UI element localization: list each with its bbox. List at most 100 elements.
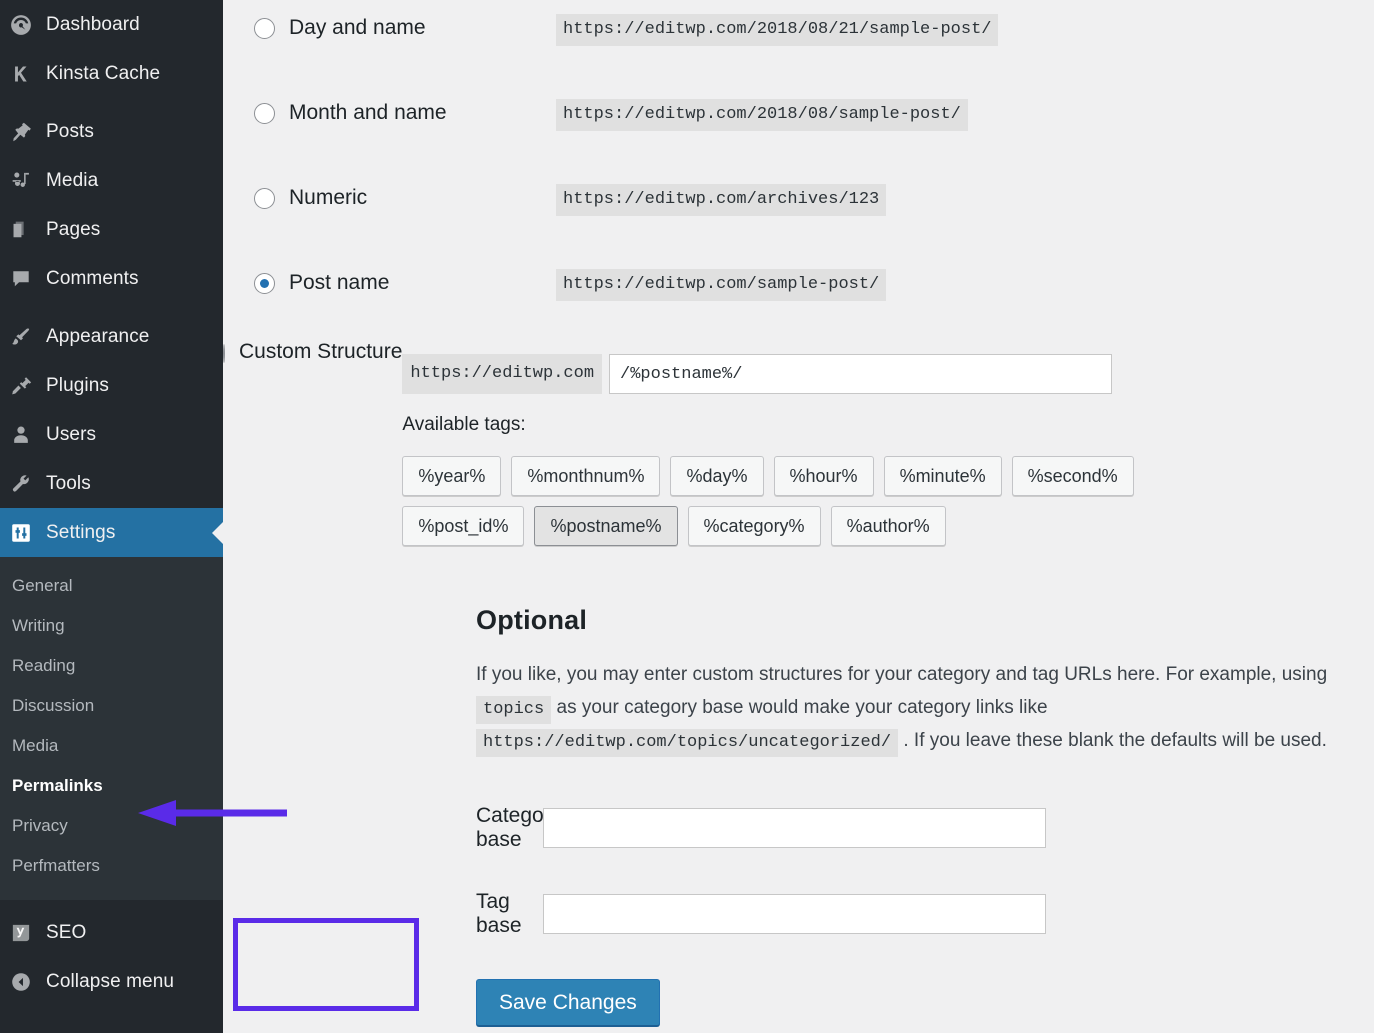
sidebar-item-seo[interactable]: SEO: [0, 908, 223, 957]
permalink-option-custom-structure[interactable]: Custom Structure: [223, 340, 402, 364]
sidebar-item-dashboard[interactable]: Dashboard: [0, 0, 223, 49]
sidebar-item-label: Pages: [46, 220, 100, 239]
permalink-option-label: Month and name: [289, 101, 447, 125]
permalink-example-cell: https://editwp.com/2018/08/sample-post/: [556, 85, 968, 131]
permalink-option-label: Numeric: [289, 186, 367, 210]
optional-desc-part3: . If you leave these blank the defaults …: [898, 730, 1327, 751]
permalink-example-cell: https://editwp.com/archives/123: [556, 170, 886, 216]
tag-button-minute[interactable]: %minute%: [884, 456, 1002, 496]
radio-numeric[interactable]: [254, 188, 275, 209]
radio-month-and-name[interactable]: [254, 103, 275, 124]
plug-icon: [10, 375, 46, 397]
sidebar-item-users[interactable]: Users: [0, 410, 223, 459]
custom-structure-input-row: https://editwp.com: [402, 354, 1133, 394]
sidebar-subitem-writing[interactable]: Writing: [0, 606, 223, 646]
radio-custom-structure[interactable]: [223, 344, 225, 363]
sidebar-item-label: Collapse menu: [46, 972, 174, 991]
sidebar-item-appearance[interactable]: Appearance: [0, 312, 223, 361]
permalink-option-row: Month and name https://editwp.com/2018/0…: [223, 85, 1374, 170]
sidebar-subitem-discussion[interactable]: Discussion: [0, 686, 223, 726]
sidebar-subitem-permalinks[interactable]: Permalinks: [0, 766, 223, 806]
optional-desc-code-topics: topics: [476, 696, 551, 724]
optional-heading: Optional: [476, 603, 1374, 636]
save-section: Save Changes: [223, 957, 1374, 1026]
sidebar-group-bottom: SEO Collapse menu: [0, 900, 223, 1006]
tag-button-post-id[interactable]: %post_id%: [402, 506, 524, 546]
tag-button-day[interactable]: %day%: [670, 456, 763, 496]
permalink-option-label: Day and name: [289, 16, 426, 40]
sidebar-subitem-reading[interactable]: Reading: [0, 646, 223, 686]
paintbrush-icon: [10, 326, 46, 348]
sidebar-item-kinsta-cache[interactable]: Kinsta Cache: [0, 49, 223, 98]
sidebar-subitem-media[interactable]: Media: [0, 726, 223, 766]
media-icon: [10, 170, 46, 192]
wrench-icon: [10, 473, 46, 495]
tag-button-year[interactable]: %year%: [402, 456, 501, 496]
sidebar-item-media[interactable]: Media: [0, 156, 223, 205]
sidebar-item-label: Settings: [46, 523, 115, 542]
sidebar-item-label: Tools: [46, 474, 91, 493]
optional-desc-part1: If you like, you may enter custom struct…: [476, 664, 1327, 685]
permalink-example-day-and-name: https://editwp.com/2018/08/21/sample-pos…: [556, 14, 998, 46]
collapse-arrow-icon: [10, 971, 46, 993]
sidebar-item-comments[interactable]: Comments: [0, 254, 223, 303]
permalink-option-numeric[interactable]: Numeric: [223, 170, 556, 226]
settings-submenu: General Writing Reading Discussion Media…: [0, 557, 223, 900]
tag-button-postname[interactable]: %postname%: [534, 506, 677, 546]
sidebar-item-posts[interactable]: Posts: [0, 107, 223, 156]
tag-button-second[interactable]: %second%: [1012, 456, 1134, 496]
available-tags-label: Available tags:: [402, 414, 1133, 436]
available-tags-row: %post_id% %postname% %category% %author%: [402, 506, 1133, 546]
optional-desc-code-url: https://editwp.com/topics/uncategorized/: [476, 729, 898, 757]
sidebar-item-tools[interactable]: Tools: [0, 459, 223, 508]
sidebar-subitem-privacy[interactable]: Privacy: [0, 806, 223, 846]
category-base-input[interactable]: [543, 808, 1046, 848]
tag-button-author[interactable]: %author%: [831, 506, 946, 546]
category-base-label: Category base: [223, 804, 543, 852]
sidebar-item-label: Kinsta Cache: [46, 64, 160, 83]
custom-structure-prefix: https://editwp.com: [402, 354, 602, 394]
sidebar-item-plugins[interactable]: Plugins: [0, 361, 223, 410]
wordpress-admin-screen: Dashboard Kinsta Cache Posts: [0, 0, 1374, 1033]
radio-day-and-name[interactable]: [254, 18, 275, 39]
permalink-option-day-and-name[interactable]: Day and name: [223, 0, 556, 56]
sidebar-subitem-general[interactable]: General: [0, 566, 223, 606]
permalink-example-post-name: https://editwp.com/sample-post/: [556, 269, 886, 301]
tag-button-hour[interactable]: %hour%: [774, 456, 874, 496]
tag-button-monthnum[interactable]: %monthnum%: [511, 456, 660, 496]
sidebar-item-pages[interactable]: Pages: [0, 205, 223, 254]
optional-fields: Category base Tag base: [223, 785, 1374, 957]
permalink-settings-content: Day and name https://editwp.com/2018/08/…: [223, 0, 1374, 1033]
sidebar-item-label: Posts: [46, 122, 94, 141]
tag-base-input[interactable]: [543, 894, 1046, 934]
pages-icon: [10, 219, 46, 241]
save-changes-button[interactable]: Save Changes: [476, 979, 660, 1026]
sidebar-item-settings[interactable]: Settings: [0, 508, 223, 557]
optional-description: If you like, you may enter custom struct…: [476, 658, 1374, 757]
sidebar-subitem-perfmatters[interactable]: Perfmatters: [0, 846, 223, 886]
category-base-row: Category base: [223, 785, 1374, 871]
permalink-option-post-name[interactable]: Post name: [223, 255, 556, 311]
permalink-option-row: Day and name https://editwp.com/2018/08/…: [223, 0, 1374, 85]
sidebar-item-collapse-menu[interactable]: Collapse menu: [0, 957, 223, 1006]
permalink-example-cell: https://editwp.com/sample-post/: [556, 255, 886, 301]
permalink-structure-list: Day and name https://editwp.com/2018/08/…: [223, 0, 1374, 556]
sidebar-divider: [0, 98, 223, 107]
permalink-example-cell: https://editwp.com/2018/08/21/sample-pos…: [556, 0, 998, 46]
radio-post-name[interactable]: [254, 273, 275, 294]
permalink-option-label: Custom Structure: [239, 340, 402, 363]
tag-base-row: Tag base: [223, 871, 1374, 957]
dashboard-icon: [10, 14, 46, 36]
admin-sidebar: Dashboard Kinsta Cache Posts: [0, 0, 223, 1033]
optional-section: Optional If you like, you may enter cust…: [223, 603, 1374, 757]
custom-structure-panel: https://editwp.com Available tags: %year…: [402, 340, 1133, 556]
sidebar-item-label: SEO: [46, 923, 86, 942]
tag-base-label: Tag base: [223, 890, 543, 938]
sidebar-item-label: Appearance: [46, 327, 149, 346]
tag-button-category[interactable]: %category%: [688, 506, 821, 546]
sidebar-item-label: Users: [46, 425, 96, 444]
pin-icon: [10, 121, 46, 143]
kinsta-k-icon: [10, 63, 46, 85]
permalink-option-month-and-name[interactable]: Month and name: [223, 85, 556, 141]
custom-structure-input[interactable]: [609, 354, 1112, 394]
